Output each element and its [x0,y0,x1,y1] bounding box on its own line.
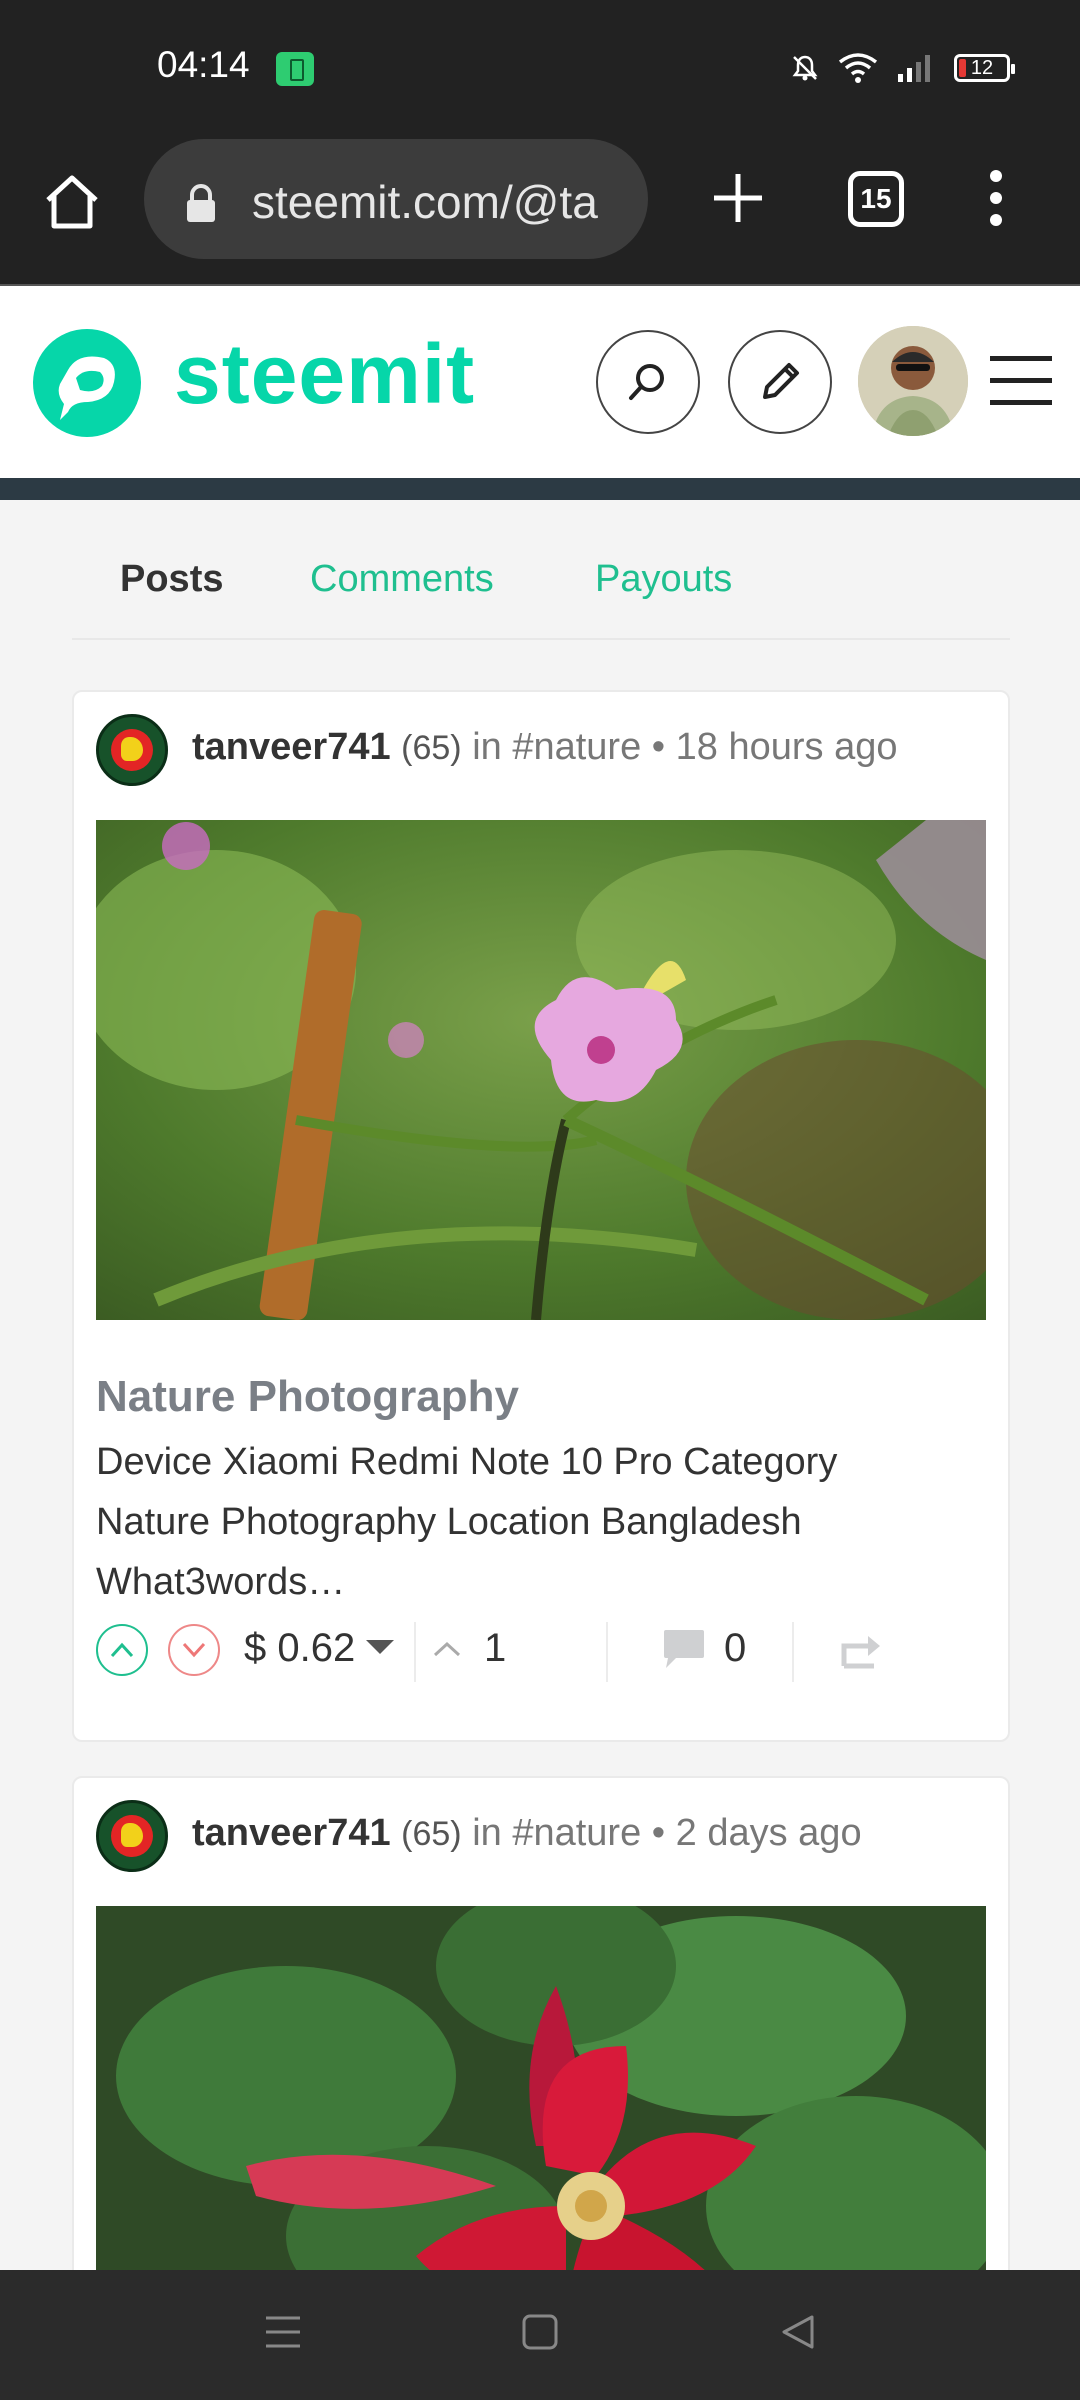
author-link[interactable]: tanveer741 [192,726,391,768]
in-label: in [472,1812,502,1854]
comments-value: 0 [724,1626,747,1670]
upvote-button[interactable] [96,1624,148,1676]
profile-tabs: Posts Comments Payouts [72,540,1010,640]
tab-posts[interactable]: Posts [120,558,223,601]
wifi-icon [838,53,878,83]
url-bar[interactable]: steemit.com/@ta [144,139,648,259]
post-time[interactable]: 2 days ago [676,1812,862,1854]
author-reputation: (65) [401,729,462,767]
payout-value[interactable]: $ 0.62 [244,1626,355,1671]
hamburger-icon[interactable] [990,354,1052,408]
status-icons: 12 [790,46,1015,90]
back-icon[interactable] [780,2314,816,2350]
battery-level: 12 [970,56,994,79]
author-link[interactable]: tanveer741 [192,1812,391,1854]
url-text: steemit.com/@ta [252,176,598,228]
comments-count[interactable]: 0 [662,1626,746,1671]
logo-text[interactable]: steemit [174,326,475,423]
search-icon [629,364,664,400]
avatar-image [858,326,968,436]
tab-comments[interactable]: Comments [310,558,494,601]
author-avatar[interactable] [96,1800,168,1872]
battery-icon: 12 [954,54,1015,82]
meta-dot: • [651,726,666,768]
author-avatar[interactable] [96,714,168,786]
author-reputation: (65) [401,1815,462,1853]
divider [606,1622,608,1682]
browser-toolbar: steemit.com/@ta 15 [0,136,1080,284]
payout-dropdown-icon[interactable] [366,1640,394,1654]
tab-count: 15 [860,183,892,214]
home-icon[interactable] [40,170,104,234]
divider [792,1622,794,1682]
divider [414,1622,416,1682]
post-title[interactable]: Nature Photography [96,1372,519,1422]
battery-saver-icon [276,52,314,86]
post-excerpt[interactable]: Device Xiaomi Redmi Note 10 Pro Category… [96,1432,956,1612]
category-link[interactable]: #nature [512,1812,641,1854]
pencil-icon [763,363,799,399]
reblog-icon[interactable] [840,1630,884,1670]
status-bar: 04:14 12 [0,0,1080,136]
post-header: tanveer741 (65) in #nature • 2 days ago [96,1800,996,1876]
meta-dot: • [651,1812,666,1854]
upvote-icon [110,1642,134,1658]
plus-icon[interactable] [708,168,768,228]
post-footer: $ 0.62 1 0 [96,1612,986,1692]
home-nav-icon[interactable] [522,2314,558,2350]
status-time: 04:14 [157,44,250,85]
post-header: tanveer741 (65) in #nature • 18 hours ag… [96,714,996,790]
tab-payouts[interactable]: Payouts [595,558,732,601]
voters-chevron-icon [433,1641,461,1656]
recent-apps-icon[interactable] [264,2314,302,2350]
comment-icon [664,1629,704,1668]
site-header: steemit [0,284,1080,478]
downvote-button[interactable] [168,1624,220,1676]
search-button[interactable] [596,330,700,434]
post-meta: tanveer741 (65) in #nature • 18 hours ag… [192,726,898,769]
tab-switcher-button[interactable]: 15 [848,171,904,227]
system-nav-bar [0,2270,1080,2400]
signal-icon [898,55,930,82]
submit-post-button[interactable] [728,330,832,434]
voters-count[interactable]: 1 [432,1626,506,1671]
user-avatar[interactable] [858,326,968,436]
post-thumbnail[interactable] [96,820,986,1320]
downvote-icon [182,1642,206,1658]
mute-icon [792,55,818,81]
votes-value: 1 [484,1626,507,1670]
post-time[interactable]: 18 hours ago [676,726,898,768]
in-label: in [472,726,502,768]
steemit-logo-icon[interactable] [28,324,146,442]
post-card: tanveer741 (65) in #nature • 18 hours ag… [72,690,1010,1742]
post-thumbnail[interactable] [96,1906,986,2306]
category-link[interactable]: #nature [512,726,641,768]
menu-dots-icon[interactable] [984,168,1008,228]
lock-icon [187,184,215,222]
post-meta: tanveer741 (65) in #nature • 2 days ago [192,1812,862,1855]
header-divider [0,478,1080,500]
